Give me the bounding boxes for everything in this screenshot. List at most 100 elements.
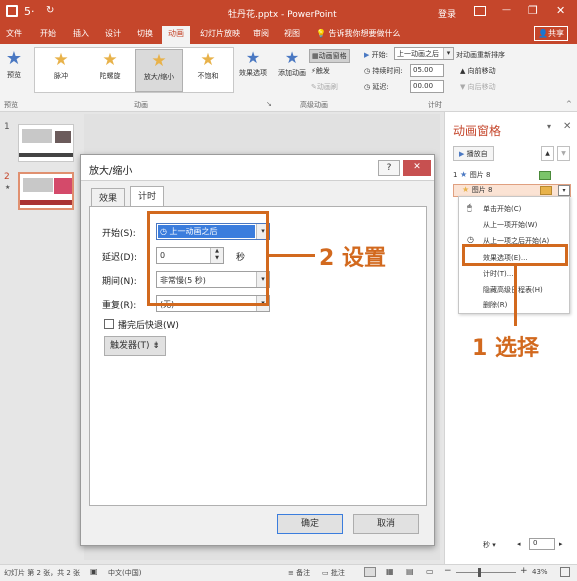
delay-label: ◷ 延迟: [364, 82, 389, 92]
save-icon[interactable] [6, 5, 18, 17]
menu-item-hide-timeline[interactable]: 隐藏高级日程表(H) [483, 285, 543, 295]
tab-transitions[interactable]: 切换 [137, 28, 153, 39]
zoom-box[interactable]: 0 [529, 538, 555, 550]
comments-label: 批注 [330, 569, 345, 577]
chevron-down-icon: ▾ [492, 541, 496, 549]
settings-highlight [147, 211, 269, 306]
menu-item-on-click[interactable]: 单击开始(C) [483, 204, 521, 214]
rewind-checkbox[interactable] [104, 319, 114, 329]
tab-design[interactable]: 设计 [105, 28, 121, 39]
add-animation-button[interactable]: ★ 添加动画 [276, 48, 308, 78]
tab-home[interactable]: 开始 [40, 28, 56, 39]
triggers-button[interactable]: 触发器(T) ⇟ [104, 336, 166, 356]
zoom-out-icon[interactable]: − [444, 566, 452, 576]
ok-button[interactable]: 确定 [277, 514, 343, 534]
share-button[interactable]: 👤共享 [534, 26, 568, 41]
move-later-button[interactable]: ▼ 向后移动 [460, 82, 496, 92]
restore-button[interactable]: ❐ [528, 4, 538, 17]
tab-insert[interactable]: 插入 [73, 28, 89, 39]
move-down-button[interactable]: ▼ [557, 146, 570, 161]
normal-view-icon[interactable] [364, 567, 376, 577]
ribbon-options-icon[interactable] [474, 6, 486, 16]
sorter-view-icon[interactable]: ▦ [386, 567, 394, 576]
ribbon-delay-input[interactable]: 00.00 [410, 80, 444, 93]
pane-close-icon[interactable]: ✕ [563, 121, 571, 132]
zoom-thumb[interactable] [478, 568, 481, 577]
fit-slide-icon[interactable] [560, 567, 570, 577]
doc-title: 牡丹花.pptx - PowerPoint [228, 10, 337, 20]
animation-pane-button[interactable]: ▦动画窗格 [309, 49, 350, 63]
effect-star-icon: ★ [462, 185, 470, 194]
menu-item-with-previous[interactable]: 从上一项开始(W) [483, 220, 537, 230]
pane-dropdown-icon[interactable]: ▾ [547, 122, 551, 131]
move-earlier-label: 向前移动 [467, 67, 496, 75]
tab-animations[interactable]: 动画 [162, 26, 190, 44]
start-label: ▶ 开始: [364, 50, 388, 60]
pane-item-label: 图片 8 [469, 171, 491, 179]
tab-view[interactable]: 视图 [284, 28, 300, 39]
ribbon-start-select[interactable]: 上一动画之后 ▾ [394, 47, 454, 60]
clock-icon: ◷ [364, 67, 371, 75]
notes-button[interactable]: ≡ 备注 [288, 568, 310, 578]
triggers-label: 触发器(T) [110, 341, 150, 351]
tab-effect[interactable]: 效果 [91, 188, 126, 206]
anim-pulse-label: 脉冲 [54, 72, 68, 80]
tab-review[interactable]: 审阅 [253, 28, 269, 39]
dialog-help-button[interactable]: ? [378, 160, 400, 176]
effect-options-label: 效果选项 [239, 69, 267, 77]
status-bar: 幻灯片 第 2 张，共 2 张 ▣ 中文(中国) ≡ 备注 ▭ 批注 ▦ ▤ ▭… [0, 564, 577, 581]
tell-me-search[interactable]: 💡 告诉我你想要做什么 [316, 28, 401, 39]
timeline-bar [540, 186, 552, 195]
menu-item-timing[interactable]: 计时(T)... [483, 269, 513, 279]
effect-options-button[interactable]: ★ 效果选项 [238, 48, 268, 78]
step2-callout: 2 设置 [319, 246, 386, 271]
add-animation-label: 添加动画 [278, 69, 306, 77]
tab-timing[interactable]: 计时 [130, 186, 165, 207]
collapse-ribbon-icon[interactable]: ^ [566, 100, 572, 108]
spellcheck-icon[interactable]: ▣ [90, 567, 98, 576]
anim-pulse[interactable]: ★ 脉冲 [37, 49, 85, 92]
scroll-left-icon[interactable]: ◂ [517, 540, 521, 548]
close-button[interactable]: ✕ [556, 4, 565, 17]
zoom-slider[interactable] [456, 572, 516, 573]
slideshow-view-icon[interactable]: ▭ [426, 567, 434, 576]
menu-item-remove[interactable]: 删除(R) [483, 300, 507, 310]
dialog-close-button[interactable]: ✕ [403, 160, 431, 176]
trigger-button[interactable]: ⚡触发 [311, 66, 330, 76]
language[interactable]: 中文(中国) [108, 568, 141, 578]
redo-icon[interactable]: ↻ [46, 5, 54, 16]
play-from-button[interactable]: ▶ 播放自 [453, 146, 494, 161]
slide-image [23, 178, 53, 192]
seconds-button[interactable]: 秒 ▾ [483, 540, 496, 550]
cancel-button[interactable]: 取消 [353, 514, 419, 534]
seconds-label: 秒 [483, 541, 490, 549]
slide-bar [20, 200, 72, 205]
dialog-launcher-icon[interactable]: ↘ [266, 100, 272, 108]
move-up-button[interactable]: ▲ [541, 146, 554, 161]
preview-star-icon: ★ [5, 48, 23, 69]
slide-thumb-2[interactable] [18, 172, 74, 210]
preview-button[interactable]: ★ 预览 [2, 48, 26, 80]
undo-icon[interactable]: 5· [24, 5, 35, 18]
reading-view-icon[interactable]: ▤ [406, 567, 414, 576]
animation-painter-button[interactable]: ✎动画刷 [311, 82, 338, 92]
login-link[interactable]: 登录 [438, 7, 456, 20]
pane-item[interactable]: 1 ★ 图片 8 [453, 170, 571, 182]
slide-thumb-1[interactable] [18, 124, 74, 162]
move-earlier-button[interactable]: ▲ 向前移动 [460, 66, 496, 76]
tab-slideshow[interactable]: 幻灯片放映 [200, 28, 240, 39]
comments-button[interactable]: ▭ 批注 [322, 568, 345, 578]
tab-file[interactable]: 文件 [6, 28, 22, 39]
anim-pane-label: 动画窗格 [318, 52, 347, 60]
scroll-right-icon[interactable]: ▸ [559, 540, 563, 548]
zoom-in-icon[interactable]: + [520, 566, 528, 576]
anim-spin[interactable]: ★ 陀螺旋 [86, 49, 134, 92]
ribbon-duration-input[interactable]: 05.00 [410, 64, 444, 77]
gallery-scroll[interactable] [233, 48, 234, 92]
lightbulb-icon: 💡 [316, 29, 326, 38]
anim-desaturate[interactable]: ★ 不饱和 [184, 49, 232, 92]
zoom-level[interactable]: 43% [532, 568, 548, 576]
anim-grow-shrink[interactable]: ★ 放大/缩小 [135, 49, 183, 92]
item-dropdown-button[interactable]: ▾ [558, 185, 570, 196]
minimize-button[interactable]: — [502, 5, 511, 15]
